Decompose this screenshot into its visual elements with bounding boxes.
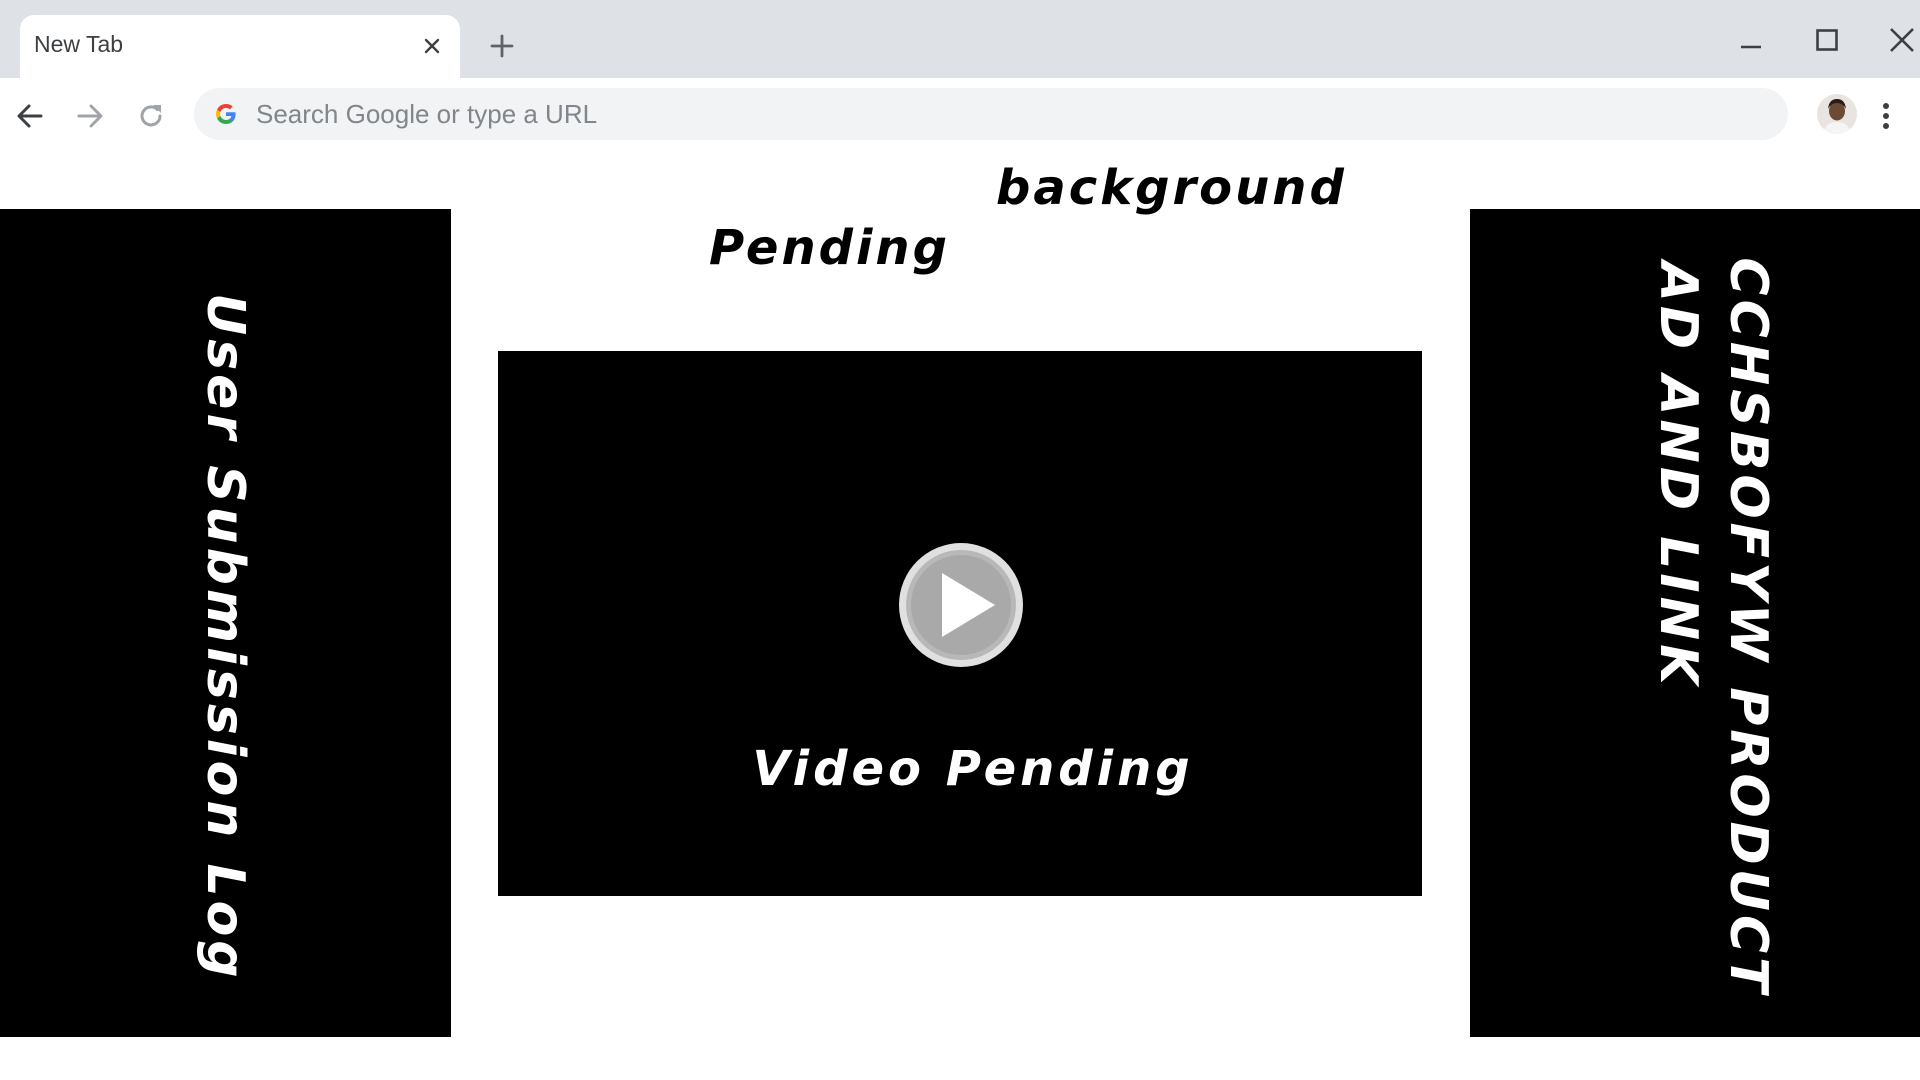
maximize-button[interactable] [1807, 20, 1847, 60]
minimize-icon [1741, 45, 1761, 49]
plus-icon [490, 34, 514, 58]
maximize-icon [1816, 29, 1838, 51]
pending-heading: Pending [709, 220, 950, 276]
close-window-button[interactable] [1882, 20, 1920, 60]
back-button[interactable] [10, 96, 50, 136]
video-player[interactable]: Video Pending [498, 351, 1422, 896]
arrow-left-icon [17, 104, 43, 128]
avatar[interactable] [1817, 94, 1857, 134]
page-viewport: background Pending User Submission Log V… [0, 150, 1920, 1080]
product-ad-line-1: CCHSBOFYW PRODUCT [1718, 257, 1778, 997]
google-g-icon [216, 104, 236, 124]
omnibox-input[interactable] [256, 88, 1756, 140]
browser-toolbar [0, 78, 1920, 150]
product-ad-panel: CCHSBOFYW PRODUCT AD AND LINK [1470, 209, 1920, 1037]
close-icon [1890, 28, 1914, 52]
tab-strip: New Tab [0, 0, 1920, 78]
product-ad-line-2: AD AND LINK [1648, 261, 1708, 689]
user-submission-log-label: User Submission Log [195, 293, 255, 982]
tab-close-icon[interactable] [418, 32, 446, 60]
reload-icon [140, 105, 162, 127]
menu-button[interactable] [1870, 96, 1902, 136]
background-heading: background [996, 160, 1347, 216]
minimize-button[interactable] [1731, 20, 1771, 60]
omnibox[interactable] [194, 88, 1788, 140]
profile-avatar-icon [1817, 94, 1857, 134]
play-button[interactable] [895, 539, 1027, 671]
arrow-right-icon [77, 104, 103, 128]
tab-title: New Tab [34, 31, 124, 57]
tab-new-tab[interactable]: New Tab [20, 15, 460, 78]
new-tab-button[interactable] [486, 30, 518, 62]
kebab-menu-icon [1883, 103, 1889, 129]
video-pending-caption: Video Pending [752, 741, 1194, 797]
play-icon [899, 543, 1023, 667]
user-submission-log-panel: User Submission Log [0, 209, 451, 1037]
reload-button[interactable] [131, 96, 171, 136]
forward-button[interactable] [70, 96, 110, 136]
